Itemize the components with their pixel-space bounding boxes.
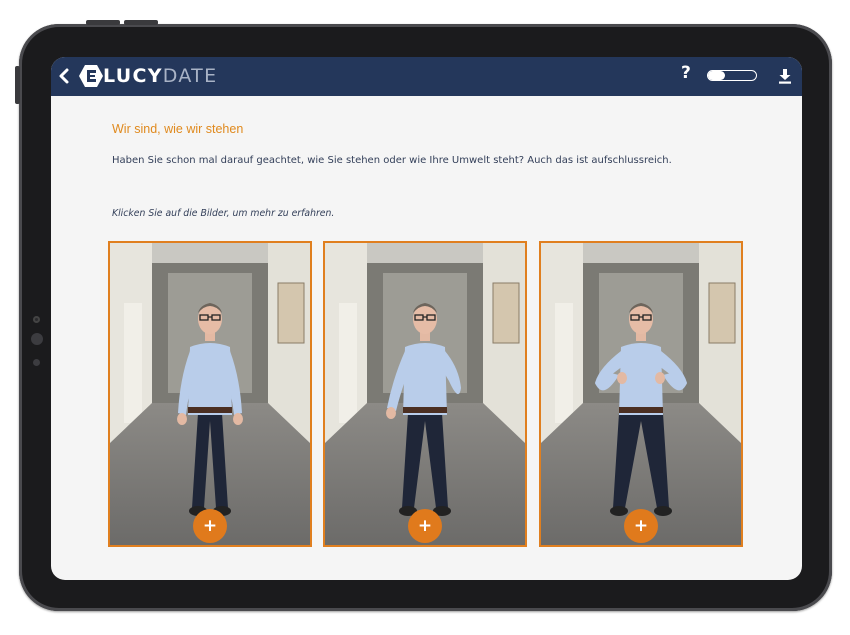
- download-icon[interactable]: [778, 68, 792, 84]
- intro-text: Haben Sie schon mal darauf geachtet, wie…: [112, 155, 672, 166]
- pose-card-arms-down[interactable]: +: [108, 241, 312, 547]
- lucydate-logo-icon: [79, 65, 103, 87]
- sensor-icon: [33, 359, 40, 366]
- plus-icon[interactable]: +: [408, 509, 442, 543]
- pose-photo: [541, 243, 741, 545]
- plus-icon[interactable]: +: [624, 509, 658, 543]
- help-icon[interactable]: ?: [681, 63, 691, 83]
- app-logo: LUCYDATE: [103, 65, 217, 87]
- toggle-fill: [708, 71, 725, 80]
- pose-card-hands-on-hips[interactable]: +: [539, 241, 743, 547]
- sensor-icon: [31, 333, 43, 345]
- logo-text-date: DATE: [162, 65, 218, 87]
- plus-icon[interactable]: +: [193, 509, 227, 543]
- volume-button: [124, 20, 158, 25]
- pose-card-hand-in-pocket[interactable]: +: [323, 241, 527, 547]
- instruction-text: Klicken Sie auf die Bilder, um mehr zu e…: [112, 208, 335, 219]
- app-screen: LUCYDATE ? Wir sind, wie wir stehen Habe…: [51, 57, 802, 580]
- top-bar: LUCYDATE ?: [51, 57, 802, 96]
- logo-text-lucy: LUCY: [103, 65, 163, 87]
- mode-toggle[interactable]: [707, 70, 757, 81]
- volume-button: [86, 20, 120, 25]
- section-heading: Wir sind, wie wir stehen: [112, 122, 244, 136]
- pose-photo: [325, 243, 525, 545]
- pose-photo: [110, 243, 310, 545]
- camera-icon: [33, 316, 40, 323]
- power-button: [15, 66, 20, 104]
- back-chevron-icon[interactable]: [55, 66, 73, 86]
